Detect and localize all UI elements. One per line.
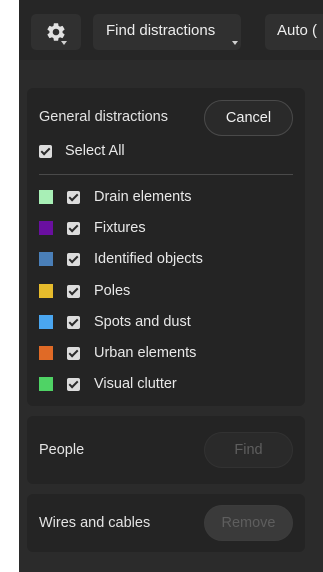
category-row-visual-clutter[interactable]: Visual clutter [39,375,177,393]
category-label: Poles [94,283,131,299]
select-all-label: Select All [65,143,125,159]
cancel-button[interactable]: Cancel [204,100,293,136]
chevron-down-icon [232,41,238,45]
people-section: People Find [27,416,305,484]
category-row-urban-elements[interactable]: Urban elements [39,344,196,362]
gear-icon [47,23,65,41]
checkbox-checked-icon[interactable] [67,346,80,360]
category-label: Fixtures [94,220,146,236]
category-label: Spots and dust [94,314,191,330]
auto-button[interactable]: Auto ( [265,14,323,50]
category-label: Identified objects [94,251,203,267]
category-label: Drain elements [94,189,192,205]
select-all-checkbox[interactable]: Select All [39,142,125,160]
settings-button[interactable] [31,14,81,50]
color-swatch [39,221,53,235]
divider [39,174,293,175]
gear-caret-icon [61,41,67,45]
checkbox-checked-icon[interactable] [67,377,80,391]
category-row-fixtures[interactable]: Fixtures [39,219,146,237]
category-row-drain-elements[interactable]: Drain elements [39,188,192,206]
color-swatch [39,190,53,204]
category-row-poles[interactable]: Poles [39,282,130,300]
checkbox-checked-icon [39,144,52,158]
category-label: Urban elements [94,345,197,361]
remove-wires-button[interactable]: Remove [204,505,293,541]
checkbox-checked-icon[interactable] [67,315,80,329]
distractions-panel: Find distractions Auto ( General distrac… [19,0,323,572]
color-swatch [39,252,53,266]
color-swatch [39,346,53,360]
checkbox-checked-icon[interactable] [67,221,80,235]
category-row-spots-and-dust[interactable]: Spots and dust [39,313,191,331]
checkbox-checked-icon[interactable] [67,252,80,266]
checkbox-checked-icon[interactable] [67,190,80,204]
general-distractions-title: General distractions [39,109,168,125]
color-swatch [39,315,53,329]
category-row-identified-objects[interactable]: Identified objects [39,250,203,268]
toolbar: Find distractions Auto ( [19,0,323,60]
category-label: Visual clutter [94,376,177,392]
general-distractions-section: General distractions Cancel Select All D… [27,88,305,406]
auto-label: Auto ( [277,22,318,39]
color-swatch [39,284,53,298]
find-people-button[interactable]: Find [204,432,293,468]
find-distractions-label: Find distractions [106,22,216,39]
find-distractions-dropdown[interactable]: Find distractions [93,14,241,50]
checkbox-checked-icon[interactable] [67,284,80,298]
wires-and-cables-section: Wires and cables Remove [27,494,305,552]
color-swatch [39,377,53,391]
wires-and-cables-title: Wires and cables [39,515,151,531]
people-title: People [39,442,85,458]
